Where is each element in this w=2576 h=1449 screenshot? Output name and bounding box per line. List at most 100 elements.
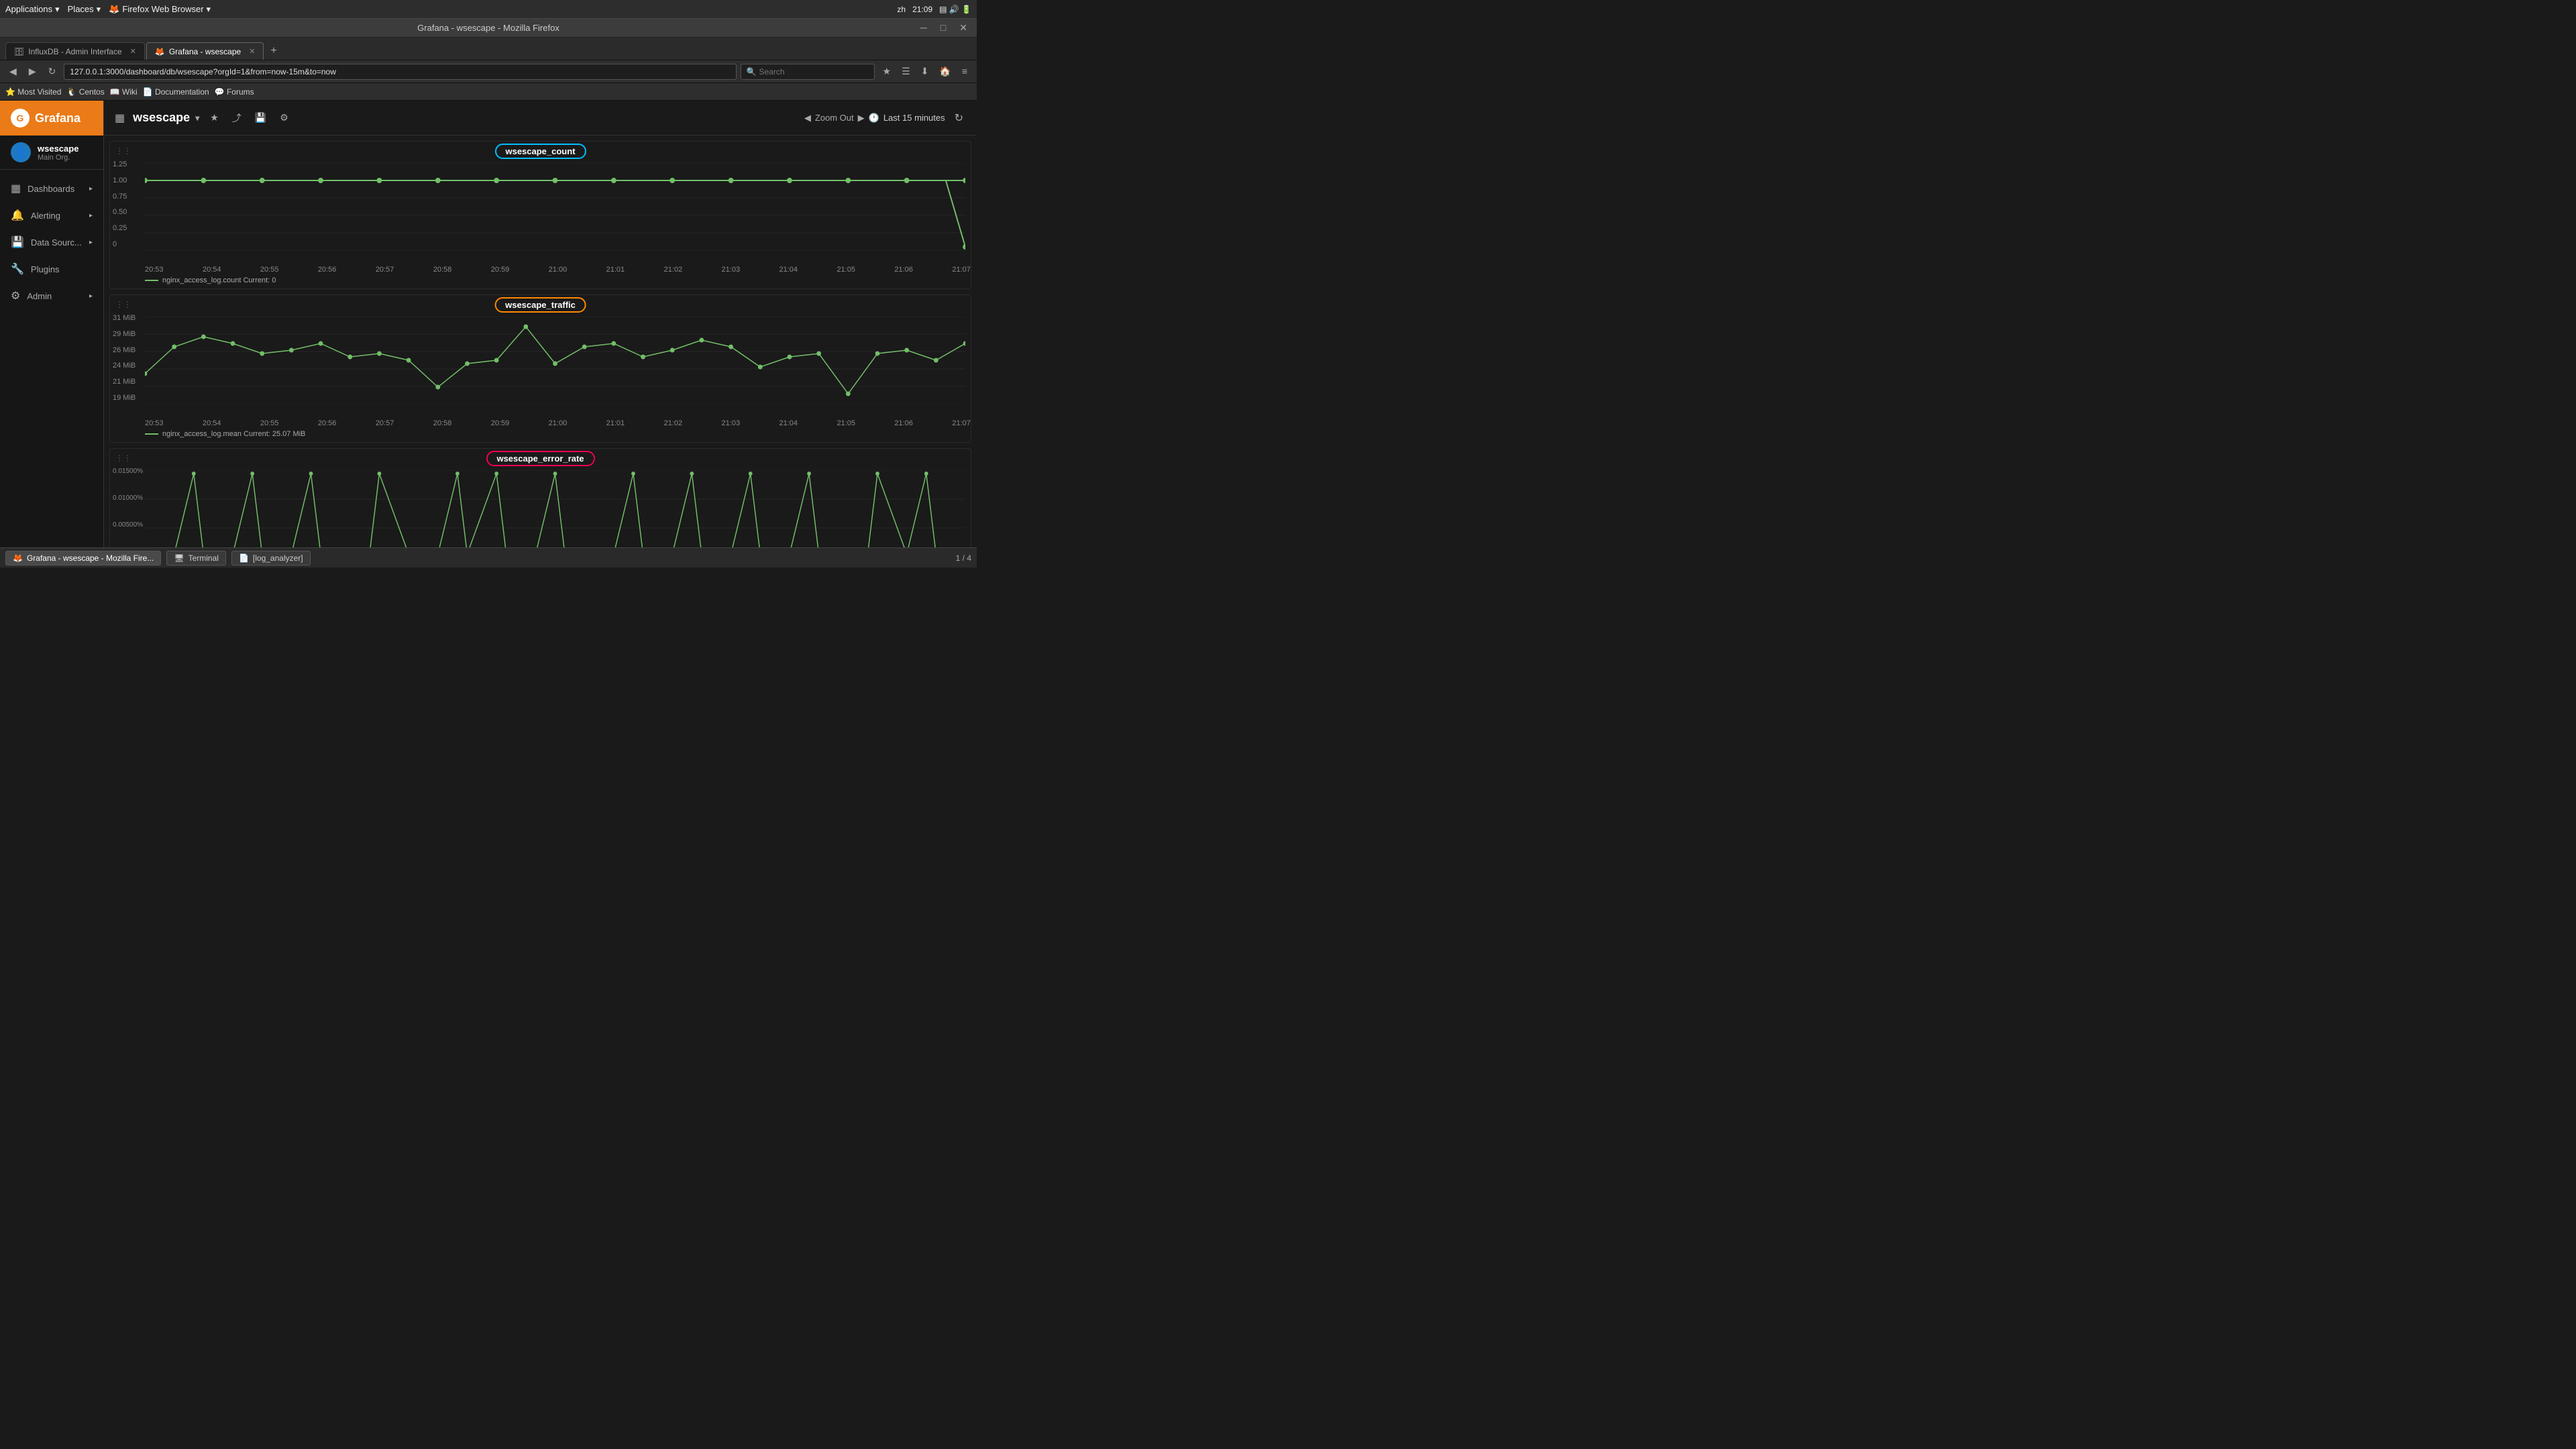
sidebar-logo[interactable]: G Grafana [0, 101, 103, 136]
refresh-icon[interactable]: ↻ [952, 109, 966, 127]
time-range-control[interactable]: ◀ Zoom Out ▶ 🕐 Last 15 minutes [804, 113, 945, 123]
tab-grafana-label: Grafana - wsescape [169, 47, 241, 56]
bookmark-manage-icon[interactable]: ☰ [898, 64, 914, 78]
dashboard-dropdown-icon: ▾ [195, 113, 199, 123]
y-label-traffic-1: 29 MiB [113, 330, 136, 338]
sidebar-item-admin[interactable]: ⚙ Admin ▸ [0, 282, 103, 309]
user-info: wsescape Main Org. [38, 144, 78, 162]
share-dashboard-icon[interactable]: ⤴ [229, 109, 244, 127]
maximize-button[interactable]: □ [936, 22, 950, 34]
y-label-count-0: 1.25 [113, 160, 127, 168]
sidebar-item-alerting[interactable]: 🔔 Alerting ▸ [0, 202, 103, 229]
sidebar-item-dashboards[interactable]: ▦ Dashboards ▸ [0, 175, 103, 202]
bookmark-forums[interactable]: 💬 Forums [215, 87, 254, 97]
dashboard-title-text: wsescape [133, 111, 190, 125]
panel-drag-count[interactable]: ⋮⋮ [115, 146, 131, 156]
sidebar-item-plugins[interactable]: 🔧 Plugins [0, 256, 103, 282]
panel-drag-error[interactable]: ⋮⋮ [115, 453, 131, 463]
y-label-error-1: 0.01000% [113, 494, 143, 502]
search-input[interactable] [759, 67, 859, 76]
dashboard-header: ▦ wsescape ▾ ★ ⤴ 💾 ⚙ ◀ Zoom Out ▶ 🕐 Last… [104, 101, 977, 136]
tab-grafana[interactable]: 🦊 Grafana - wsescape ✕ [146, 42, 264, 60]
bookmark-centos[interactable]: 🐧 Centos [66, 87, 104, 97]
grafana-logo-icon: G [11, 109, 30, 127]
applications-menu[interactable]: Applications ▾ [5, 4, 60, 15]
y-label-traffic-0: 31 MiB [113, 314, 136, 322]
tab-influxdb-icon: 🗄 [14, 47, 24, 56]
home-icon[interactable]: 🏠 [935, 64, 955, 78]
reload-button[interactable]: ↻ [44, 64, 60, 78]
dashboards-label: Dashboards [28, 184, 74, 194]
download-icon[interactable]: ⬇ [917, 64, 933, 78]
places-menu[interactable]: Places ▾ [68, 4, 101, 15]
close-button[interactable]: ✕ [955, 22, 971, 34]
tab-influxdb-close[interactable]: ✕ [130, 47, 136, 56]
taskbar-log-icon: 📄 [239, 553, 249, 563]
back-button[interactable]: ◀ [5, 64, 21, 78]
search-icon: 🔍 [747, 67, 757, 76]
alerting-arrow: ▸ [89, 212, 93, 219]
tab-grafana-close[interactable]: ✕ [249, 47, 255, 56]
minimize-button[interactable]: ─ [916, 22, 931, 34]
browser-launcher[interactable]: 🦊 Firefox Web Browser ▾ [109, 4, 211, 15]
os-topbar: Applications ▾ Places ▾ 🦊 Firefox Web Br… [0, 0, 977, 19]
sidebar: G Grafana 👤 wsescape Main Org. ▦ Dashboa… [0, 101, 104, 547]
user-name: wsescape [38, 144, 78, 154]
y-label-error-2: 0.00500% [113, 521, 143, 529]
dashboard-title[interactable]: wsescape ▾ [133, 111, 199, 125]
bookmark-most-visited[interactable]: ⭐ Most Visited [5, 87, 61, 97]
new-tab-button[interactable]: + [265, 42, 282, 60]
bookmark-star-icon[interactable]: ★ [879, 64, 896, 78]
star-dashboard-icon[interactable]: ★ [207, 109, 221, 126]
panel-title-error: wsescape_error_rate [486, 451, 594, 466]
menu-icon[interactable]: ≡ [958, 64, 971, 78]
save-dashboard-icon[interactable]: 💾 [252, 109, 269, 126]
taskbar: 🦊 Grafana - wsescape - Mozilla Fire... 🖥… [0, 547, 977, 568]
panel-drag-traffic[interactable]: ⋮⋮ [115, 300, 131, 309]
prev-time-icon[interactable]: ◀ [804, 113, 811, 123]
address-bar[interactable] [64, 64, 736, 80]
bookmark-documentation[interactable]: 📄 Documentation [143, 87, 209, 97]
taskbar-log-label: [log_analyzer] [253, 553, 303, 563]
bookmarks-bar: ⭐ Most Visited 🐧 Centos 📖 Wiki 📄 Documen… [0, 83, 977, 101]
chart-area-error: 0.01500% 0.01000% 0.00500% 0% [110, 468, 971, 547]
taskbar-pager: 1 / 4 [956, 553, 971, 563]
grid-icon: ▦ [115, 111, 125, 125]
taskbar-terminal-label: Terminal [189, 553, 219, 563]
y-labels-count: 1.25 1.00 0.75 0.50 0.25 0 [113, 160, 127, 248]
forward-button[interactable]: ▶ [25, 64, 40, 78]
settings-dashboard-icon[interactable]: ⚙ [277, 109, 291, 126]
dashboards-icon: ▦ [11, 182, 21, 195]
time-range-label: Last 15 minutes [883, 113, 945, 123]
legend-traffic: nginx_access_log.mean Current: 25.07 MiB [110, 427, 971, 442]
taskbar-log-analyzer[interactable]: 📄 [log_analyzer] [231, 551, 311, 566]
os-topbar-left: Applications ▾ Places ▾ 🦊 Firefox Web Br… [5, 4, 211, 15]
alerting-icon: 🔔 [11, 209, 24, 222]
panel-title-traffic: wsescape_traffic [494, 297, 586, 313]
chart-svg-count [145, 163, 965, 250]
tab-influxdb[interactable]: 🗄 InfluxDB - Admin Interface ✕ [5, 42, 145, 60]
y-label-error-0: 0.01500% [113, 468, 143, 475]
taskbar-terminal[interactable]: 🖥 Terminal [166, 551, 226, 566]
chart-area-traffic: 31 MiB 29 MiB 26 MiB 24 MiB 21 MiB 19 Mi… [110, 314, 971, 418]
bookmark-wiki[interactable]: 📖 Wiki [110, 87, 138, 97]
search-bar-container: 🔍 [741, 64, 875, 80]
next-time-icon[interactable]: ▶ [858, 113, 865, 123]
panel-header-error: ⋮⋮ wsescape_error_rate [110, 449, 971, 468]
browser-titlebar: Grafana - wsescape - Mozilla Firefox ─ □… [0, 19, 977, 38]
sidebar-item-datasources[interactable]: 💾 Data Sourc... ▸ [0, 229, 103, 256]
tab-grafana-icon: 🦊 [155, 47, 165, 56]
x-labels-traffic: 20:5320:54 20:5520:56 20:5720:58 20:5921… [110, 418, 971, 427]
panel-wsescape-error-rate: ⋮⋮ wsescape_error_rate 0.01500% 0.01000%… [109, 448, 971, 547]
datasources-label: Data Sourc... [31, 237, 82, 248]
places-arrow: ▾ [97, 4, 101, 15]
taskbar-firefox-label: Grafana - wsescape - Mozilla Fire... [27, 553, 154, 563]
clock: 21:09 [912, 5, 932, 14]
legend-count: nginx_access_log.count Current: 0 [110, 274, 971, 288]
plugins-label: Plugins [31, 264, 60, 274]
zoom-out-label: Zoom Out [815, 113, 854, 123]
browser-nav: ◀ ▶ ↻ 🔍 ★ ☰ ⬇ 🏠 ≡ [0, 60, 977, 83]
y-labels-error: 0.01500% 0.01000% 0.00500% 0% [113, 468, 143, 547]
taskbar-firefox[interactable]: 🦊 Grafana - wsescape - Mozilla Fire... [5, 551, 161, 566]
browser-label: Firefox Web Browser [122, 4, 203, 14]
